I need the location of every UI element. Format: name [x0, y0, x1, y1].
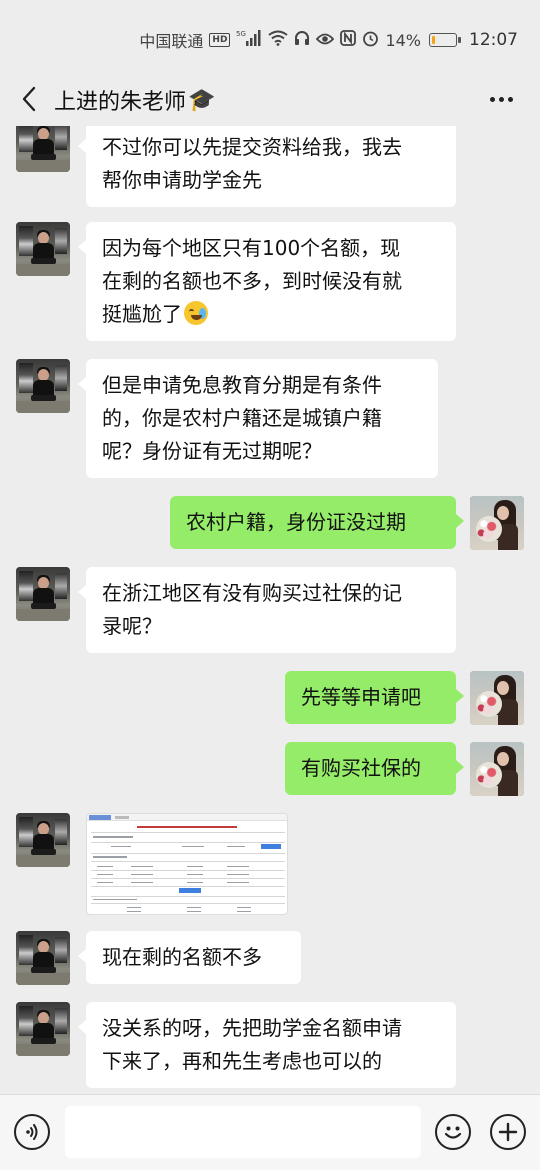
emoji-icon	[444, 1126, 462, 1139]
message-bubble[interactable]: 因为每个地区只有100个名额，现 在剩的名额也不多，到时候没有就 挺尴尬了	[78, 222, 456, 341]
voice-button[interactable]	[14, 1114, 50, 1150]
message-line: 下来了，再和先生考虑也可以的	[102, 1049, 382, 1073]
message-bubble[interactable]: 现在剩的名额不多	[78, 931, 301, 984]
message-line: 因为每个地区只有100个名额，现	[102, 236, 401, 260]
message-bubble[interactable]: 农村户籍，身份证没过期	[170, 496, 464, 549]
plus-icon	[498, 1122, 518, 1142]
status-bar: 中国联通 HD 5G 14% 12:07	[0, 0, 540, 80]
message-input[interactable]	[65, 1106, 421, 1158]
battery-percent: 14%	[385, 30, 421, 50]
chat-header: 上进的朱老师 🎓	[0, 80, 540, 118]
more-dots-icon	[489, 96, 495, 102]
message-line: 在剩的名额也不多，到时候没有就	[102, 269, 402, 293]
message-line: 呢？身份证有无过期呢？	[102, 439, 322, 463]
battery-icon	[429, 33, 461, 47]
message-line: 挺尴尬了	[102, 302, 182, 326]
message-line: 在浙江地区有没有购买过社保的记	[102, 581, 402, 605]
teacher-avatar[interactable]	[16, 359, 70, 413]
message-line: 先等等申请吧	[301, 685, 421, 709]
message-line: 现在剩的名额不多	[102, 945, 262, 969]
chat-title: 上进的朱老师 🎓	[54, 84, 215, 116]
message-bubble[interactable]: 有购买社保的	[285, 742, 464, 795]
message-line: 帮你申请助学金先	[102, 168, 262, 192]
plus-button[interactable]	[490, 1114, 526, 1150]
message-line: 没关系的呀，先把助学金名额申请	[102, 1016, 402, 1040]
message-bubble[interactable]: 没关系的呀，先把助学金名额申请 下来了，再和先生考虑也可以的	[78, 1002, 456, 1088]
more-button[interactable]	[484, 86, 518, 112]
message-list[interactable]: 不过你可以先提交资料给我，我去 帮你申请助学金先 因为每个地区只有100个名额，…	[0, 126, 540, 1094]
message-line: 录呢？	[102, 614, 162, 638]
user-avatar[interactable]	[470, 742, 524, 796]
headset-icon	[294, 30, 310, 50]
teacher-avatar[interactable]	[16, 1002, 70, 1056]
teacher-avatar[interactable]	[16, 813, 70, 867]
emoji-button[interactable]	[435, 1114, 471, 1150]
user-avatar[interactable]	[470, 671, 524, 725]
crying-face-icon	[184, 301, 208, 325]
network-label: 5G	[236, 30, 246, 38]
battery-fill	[432, 36, 435, 44]
image-message[interactable]	[86, 813, 288, 915]
teacher-avatar[interactable]	[16, 222, 70, 276]
eye-icon	[316, 31, 335, 50]
hd-badge: HD	[209, 33, 231, 47]
voice-icon	[26, 1124, 38, 1140]
chevron-left-icon	[22, 86, 36, 112]
carrier-label: 中国联通	[139, 32, 204, 51]
message-line: 不过你可以先提交资料给我，我去	[102, 135, 402, 159]
teacher-avatar[interactable]	[16, 126, 70, 172]
message-line: 的，你是农村户籍还是城镇户籍	[102, 406, 382, 430]
wifi-icon	[268, 30, 289, 50]
input-bar	[0, 1094, 540, 1170]
user-avatar[interactable]	[470, 496, 524, 550]
message-bubble[interactable]: 先等等申请吧	[285, 671, 464, 724]
clock: 12:07	[469, 30, 518, 50]
message-bubble[interactable]: 不过你可以先提交资料给我，我去 帮你申请助学金先	[78, 126, 456, 207]
chat-title-text: 上进的朱老师	[54, 90, 187, 115]
signal-icon: 5G	[236, 29, 262, 51]
teacher-avatar[interactable]	[16, 931, 70, 985]
back-button[interactable]	[14, 82, 44, 116]
message-line: 但是申请免息教育分期是有条件	[102, 373, 382, 397]
message-line: 有购买社保的	[301, 756, 421, 780]
nfc-icon	[340, 30, 357, 50]
alarm-icon	[362, 30, 379, 51]
message-bubble[interactable]: 但是申请免息教育分期是有条件 的，你是农村户籍还是城镇户籍 呢？身份证有无过期呢…	[78, 359, 438, 478]
graduation-cap-emoji: 🎓	[188, 87, 216, 113]
message-bubble[interactable]: 在浙江地区有没有购买过社保的记 录呢？	[78, 567, 456, 653]
message-line: 农村户籍，身份证没过期	[186, 510, 406, 534]
teacher-avatar[interactable]	[16, 567, 70, 621]
